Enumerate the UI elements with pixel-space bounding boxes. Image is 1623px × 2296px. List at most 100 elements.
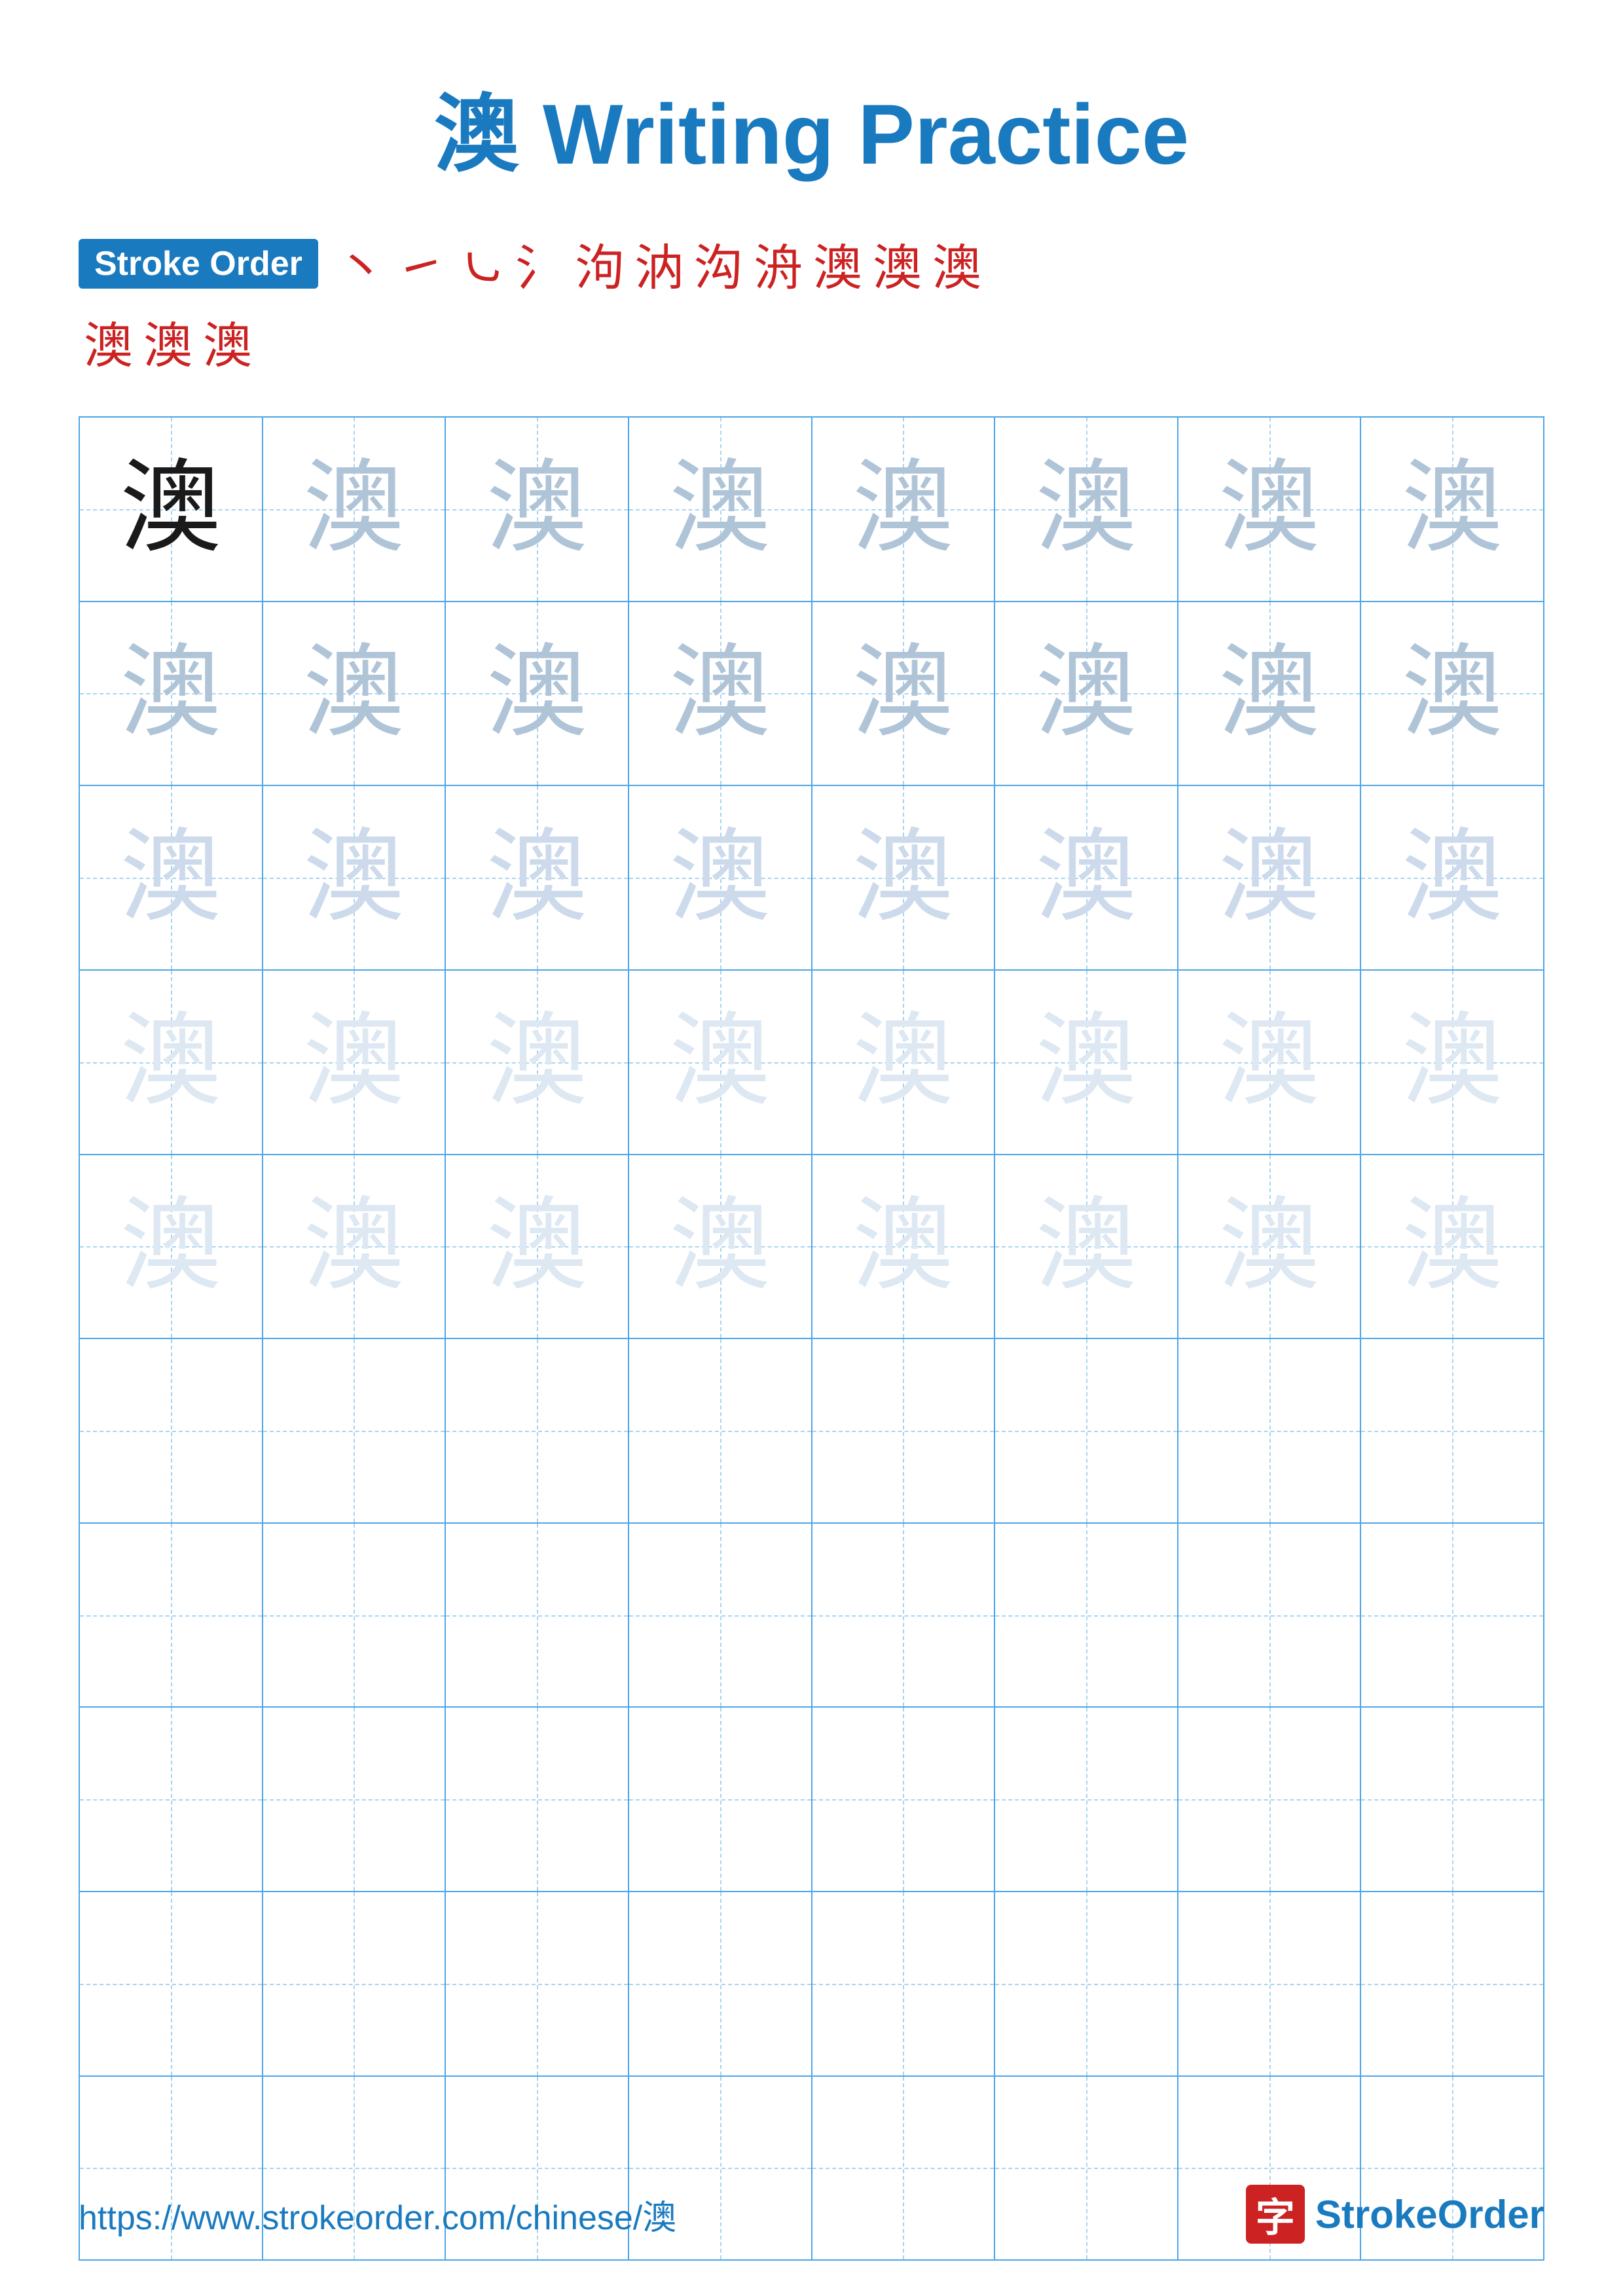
grid-cell-2-5[interactable]: 澳 bbox=[812, 602, 996, 785]
grid-cell-9-3[interactable] bbox=[446, 1892, 629, 2075]
grid-cell-7-8[interactable] bbox=[1361, 1524, 1543, 1707]
strokeorder-logo-text: StrokeOrder bbox=[1315, 2192, 1544, 2237]
grid-cell-3-6[interactable]: 澳 bbox=[995, 786, 1178, 969]
grid-cell-1-3[interactable]: 澳 bbox=[446, 418, 629, 601]
stroke-12: 澳 bbox=[84, 306, 133, 377]
page-title: 澳 Writing Practice bbox=[434, 65, 1189, 188]
grid-row-8 bbox=[80, 1708, 1543, 1892]
grid-cell-9-1[interactable] bbox=[80, 1892, 263, 2075]
grid-cell-6-8[interactable] bbox=[1361, 1339, 1543, 1522]
grid-cell-7-4[interactable] bbox=[629, 1524, 812, 1707]
grid-cell-5-4[interactable]: 澳 bbox=[629, 1155, 812, 1338]
practice-char: 澳 bbox=[303, 643, 405, 744]
grid-cell-3-8[interactable]: 澳 bbox=[1361, 786, 1543, 969]
grid-cell-3-3[interactable]: 澳 bbox=[446, 786, 629, 969]
grid-cell-8-5[interactable] bbox=[812, 1708, 996, 1891]
grid-cell-5-3[interactable]: 澳 bbox=[446, 1155, 629, 1338]
grid-cell-7-5[interactable] bbox=[812, 1524, 996, 1707]
grid-cell-2-3[interactable]: 澳 bbox=[446, 602, 629, 785]
grid-cell-4-5[interactable]: 澳 bbox=[812, 971, 996, 1154]
stroke-3: ㇃ bbox=[456, 228, 505, 299]
grid-cell-4-7[interactable]: 澳 bbox=[1178, 971, 1362, 1154]
grid-cell-6-2[interactable] bbox=[263, 1339, 447, 1522]
grid-cell-6-5[interactable] bbox=[812, 1339, 996, 1522]
practice-char: 澳 bbox=[1035, 643, 1137, 744]
grid-cell-8-2[interactable] bbox=[263, 1708, 447, 1891]
stroke-11: 澳 bbox=[932, 228, 981, 299]
grid-cell-3-1[interactable]: 澳 bbox=[80, 786, 263, 969]
grid-cell-1-4[interactable]: 澳 bbox=[629, 418, 812, 601]
grid-cell-4-6[interactable]: 澳 bbox=[995, 971, 1178, 1154]
grid-cell-8-1[interactable] bbox=[80, 1708, 263, 1891]
grid-cell-2-7[interactable]: 澳 bbox=[1178, 602, 1362, 785]
grid-cell-8-4[interactable] bbox=[629, 1708, 812, 1891]
stroke-13: 澳 bbox=[143, 306, 192, 377]
stroke-8: 洀 bbox=[754, 228, 803, 299]
practice-char: 澳 bbox=[120, 458, 221, 560]
grid-cell-7-3[interactable] bbox=[446, 1524, 629, 1707]
grid-cell-8-6[interactable] bbox=[995, 1708, 1178, 1891]
practice-char: 澳 bbox=[303, 827, 405, 929]
grid-cell-2-4[interactable]: 澳 bbox=[629, 602, 812, 785]
grid-cell-1-2[interactable]: 澳 bbox=[263, 418, 447, 601]
practice-char: 澳 bbox=[303, 1011, 405, 1113]
grid-cell-9-4[interactable] bbox=[629, 1892, 812, 2075]
grid-cell-9-8[interactable] bbox=[1361, 1892, 1543, 2075]
practice-char: 澳 bbox=[852, 458, 954, 560]
grid-cell-7-2[interactable] bbox=[263, 1524, 447, 1707]
footer: https://www.strokeorder.com/chinese/澳 字 … bbox=[79, 2185, 1544, 2244]
practice-char: 澳 bbox=[1218, 458, 1320, 560]
grid-cell-1-5[interactable]: 澳 bbox=[812, 418, 996, 601]
stroke-2: ㇀ bbox=[396, 228, 445, 299]
grid-cell-5-5[interactable]: 澳 bbox=[812, 1155, 996, 1338]
grid-cell-9-7[interactable] bbox=[1178, 1892, 1362, 2075]
grid-cell-5-7[interactable]: 澳 bbox=[1178, 1155, 1362, 1338]
grid-cell-3-5[interactable]: 澳 bbox=[812, 786, 996, 969]
grid-cell-4-2[interactable]: 澳 bbox=[263, 971, 447, 1154]
grid-cell-6-1[interactable] bbox=[80, 1339, 263, 1522]
practice-grid: 澳 澳 澳 澳 澳 澳 澳 澳 bbox=[79, 416, 1544, 2261]
grid-cell-4-8[interactable]: 澳 bbox=[1361, 971, 1543, 1154]
grid-cell-7-6[interactable] bbox=[995, 1524, 1178, 1707]
grid-cell-5-2[interactable]: 澳 bbox=[263, 1155, 447, 1338]
grid-cell-2-6[interactable]: 澳 bbox=[995, 602, 1178, 785]
grid-cell-7-7[interactable] bbox=[1178, 1524, 1362, 1707]
grid-cell-5-1[interactable]: 澳 bbox=[80, 1155, 263, 1338]
grid-cell-3-4[interactable]: 澳 bbox=[629, 786, 812, 969]
grid-row-1: 澳 澳 澳 澳 澳 澳 澳 澳 bbox=[80, 418, 1543, 602]
grid-cell-6-7[interactable] bbox=[1178, 1339, 1362, 1522]
grid-cell-4-1[interactable]: 澳 bbox=[80, 971, 263, 1154]
grid-cell-6-4[interactable] bbox=[629, 1339, 812, 1522]
grid-cell-1-6[interactable]: 澳 bbox=[995, 418, 1178, 601]
grid-cell-1-1[interactable]: 澳 bbox=[80, 418, 263, 601]
grid-cell-1-8[interactable]: 澳 bbox=[1361, 418, 1543, 601]
grid-cell-2-8[interactable]: 澳 bbox=[1361, 602, 1543, 785]
grid-cell-9-2[interactable] bbox=[263, 1892, 447, 2075]
grid-cell-6-3[interactable] bbox=[446, 1339, 629, 1522]
practice-char: 澳 bbox=[852, 1196, 954, 1297]
grid-cell-2-2[interactable]: 澳 bbox=[263, 602, 447, 785]
grid-cell-6-6[interactable] bbox=[995, 1339, 1178, 1522]
stroke-sequence-row1: 丶 ㇀ ㇃ 氵 泃 汭 沟 洀 澳 澳 澳 bbox=[331, 228, 1544, 299]
title-chinese: 澳 bbox=[434, 86, 519, 182]
grid-cell-9-6[interactable] bbox=[995, 1892, 1178, 2075]
stroke-1: 丶 bbox=[337, 228, 386, 299]
grid-cell-3-7[interactable]: 澳 bbox=[1178, 786, 1362, 969]
grid-cell-1-7[interactable]: 澳 bbox=[1178, 418, 1362, 601]
grid-cell-2-1[interactable]: 澳 bbox=[80, 602, 263, 785]
strokeorder-logo-icon: 字 bbox=[1246, 2185, 1305, 2244]
practice-char: 澳 bbox=[120, 827, 221, 929]
grid-cell-9-5[interactable] bbox=[812, 1892, 996, 2075]
grid-cell-3-2[interactable]: 澳 bbox=[263, 786, 447, 969]
grid-cell-4-4[interactable]: 澳 bbox=[629, 971, 812, 1154]
grid-cell-4-3[interactable]: 澳 bbox=[446, 971, 629, 1154]
grid-cell-8-3[interactable] bbox=[446, 1708, 629, 1891]
grid-cell-8-8[interactable] bbox=[1361, 1708, 1543, 1891]
grid-row-2: 澳 澳 澳 澳 澳 澳 澳 澳 bbox=[80, 602, 1543, 787]
grid-cell-5-6[interactable]: 澳 bbox=[995, 1155, 1178, 1338]
practice-char: 澳 bbox=[1402, 643, 1503, 744]
grid-cell-7-1[interactable] bbox=[80, 1524, 263, 1707]
logo-stroke: Stroke bbox=[1315, 2193, 1438, 2236]
grid-cell-8-7[interactable] bbox=[1178, 1708, 1362, 1891]
grid-cell-5-8[interactable]: 澳 bbox=[1361, 1155, 1543, 1338]
